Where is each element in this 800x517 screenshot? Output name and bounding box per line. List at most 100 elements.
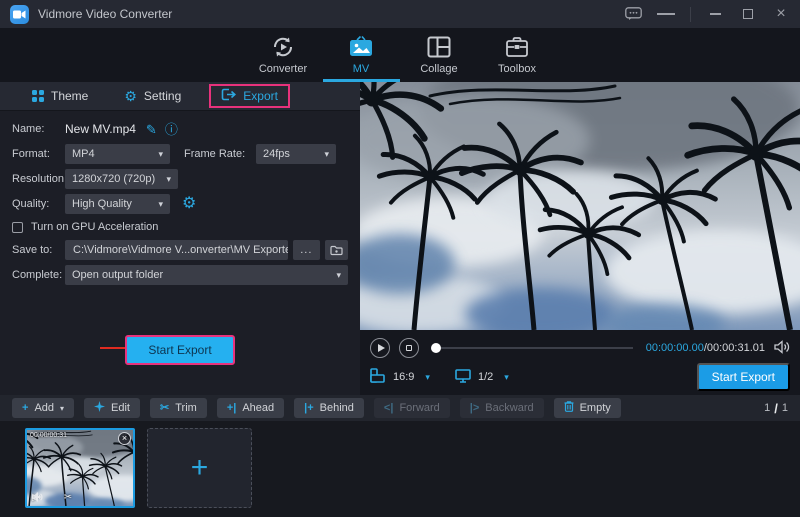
ahead-button[interactable]: +| Ahead [217, 398, 284, 418]
nav-item-mv[interactable]: MV [329, 28, 393, 82]
nav-label: MV [353, 63, 370, 75]
resolution-value: 1280x720 (720p) [72, 173, 155, 185]
titlebar: Vidmore Video Converter × [0, 0, 800, 28]
trim-button[interactable]: ✂ Trim [150, 398, 207, 418]
add-clip-placeholder[interactable]: + [147, 428, 252, 508]
clip-timestamp: 00:00/00:31 [30, 432, 67, 439]
video-frame [360, 82, 800, 330]
button-label: Trim [175, 402, 197, 414]
plus-icon: + [191, 453, 209, 483]
toolbox-icon [505, 35, 529, 59]
remove-clip-icon[interactable]: × [118, 432, 131, 445]
quality-label: Quality: [12, 198, 65, 210]
aspect-ratio-caret[interactable]: ▾ [425, 372, 430, 383]
tab-label: Setting [144, 89, 181, 103]
gpu-label: Turn on GPU Acceleration [31, 221, 158, 233]
complete-value: Open output folder [72, 269, 163, 281]
nav-item-collage[interactable]: Collage [407, 28, 471, 82]
clip-timeline: 00:00/00:31 × ▷ ✂ + [0, 421, 800, 517]
collage-icon [427, 35, 451, 59]
current-time: 00:00:00.00 [646, 342, 704, 354]
feedback-icon[interactable] [624, 5, 642, 23]
chevron-down-icon: ▾ [158, 149, 163, 160]
tab-theme[interactable]: Theme [24, 87, 96, 105]
close-button[interactable]: × [772, 5, 790, 23]
save-to-label: Save to: [12, 244, 65, 256]
complete-dropdown[interactable]: Open output folder ▾ [65, 265, 348, 285]
info-icon[interactable]: ⓘ [165, 123, 178, 136]
edit-button[interactable]: Edit [84, 398, 140, 418]
nav-label: Collage [420, 63, 457, 75]
titlebar-separator [690, 7, 691, 22]
button-label: Ahead [242, 402, 274, 414]
duration: /00:00:31.01 [704, 342, 765, 354]
format-dropdown[interactable]: MP4 ▾ [65, 144, 170, 164]
forward-button[interactable]: <| Forward [374, 398, 450, 418]
menu-icon[interactable] [657, 5, 675, 23]
quality-row: Quality: High Quality ▾ ⚙ [12, 194, 348, 214]
start-export-button[interactable]: Start Export [125, 335, 234, 365]
resolution-row: Resolution: 1280x720 (720p) ▾ [12, 169, 348, 189]
format-label: Format: [12, 148, 65, 160]
open-folder-button[interactable] [325, 240, 348, 260]
wand-icon [94, 401, 105, 415]
frame-rate-dropdown[interactable]: 24fps ▾ [256, 144, 336, 164]
counter-current: 1 [764, 402, 770, 414]
export-icon [221, 88, 236, 104]
tab-setting[interactable]: ⚙ Setting [116, 87, 189, 105]
save-path-field[interactable]: C:\Vidmore\Vidmore V...onverter\MV Expor… [65, 240, 288, 260]
mv-icon [348, 35, 374, 59]
clip-trim-icon[interactable]: ✂ [64, 492, 72, 503]
quality-settings-icon[interactable]: ⚙ [182, 196, 196, 212]
counter-total: 1 [782, 402, 788, 414]
nav-item-converter[interactable]: Converter [251, 28, 315, 82]
app-logo-icon [10, 5, 29, 24]
gpu-checkbox[interactable] [12, 222, 23, 233]
resolution-dropdown[interactable]: 1280x720 (720p) ▾ [65, 169, 178, 189]
export-panel: Theme ⚙ Setting Export Name: New MV.mp4 [0, 82, 360, 395]
seek-knob[interactable] [431, 343, 441, 353]
play-button[interactable] [370, 338, 390, 358]
add-button[interactable]: + Add ▾ [12, 398, 74, 418]
minimize-button[interactable] [706, 5, 724, 23]
panel-tabs: Theme ⚙ Setting Export [0, 82, 360, 111]
chevron-down-icon: ▾ [166, 174, 171, 185]
button-label: Edit [111, 402, 130, 414]
save-to-row: Save to: C:\Vidmore\Vidmore V...onverter… [12, 240, 348, 260]
video-preview[interactable] [360, 82, 800, 330]
maximize-button[interactable] [739, 5, 757, 23]
screen-page-caret[interactable]: ▾ [504, 372, 509, 383]
chevron-down-icon: ▾ [324, 149, 329, 160]
volume-icon[interactable] [774, 340, 790, 357]
empty-button[interactable]: Empty [554, 398, 621, 418]
aspect-ratio-icon [370, 368, 386, 386]
quality-value: High Quality [72, 198, 132, 210]
format-row: Format: MP4 ▾ Frame Rate: 24fps ▾ [12, 144, 348, 164]
screen-icon [455, 369, 471, 386]
nav-label: Toolbox [498, 63, 536, 75]
stop-button[interactable] [399, 338, 419, 358]
edit-name-icon[interactable]: ✎ [146, 123, 157, 136]
time-display: 00:00:00.00/00:00:31.01 [646, 342, 765, 354]
chevron-down-icon: ▾ [158, 199, 163, 210]
converter-icon [271, 35, 295, 59]
scissors-icon: ✂ [160, 403, 169, 414]
chevron-down-icon: ▾ [60, 404, 64, 413]
seek-slider[interactable] [432, 347, 633, 349]
backward-button[interactable]: |> Backward [460, 398, 544, 418]
browse-button[interactable]: ... [293, 240, 320, 260]
clip-thumbnail[interactable]: 00:00/00:31 × ▷ ✂ [25, 428, 135, 508]
top-nav: Converter MV Collage Toolbox [0, 28, 800, 82]
clip-toolbar: + Add ▾ Edit ✂ Trim +| Ahead |+ Behind <… [0, 395, 800, 421]
quality-dropdown[interactable]: High Quality ▾ [65, 194, 170, 214]
tab-export[interactable]: Export [209, 84, 290, 108]
behind-button[interactable]: |+ Behind [294, 398, 364, 418]
resolution-label: Resolution: [12, 173, 65, 185]
name-label: Name: [12, 123, 65, 135]
nav-item-toolbox[interactable]: Toolbox [485, 28, 549, 82]
export-form: Name: New MV.mp4 ✎ ⓘ Format: MP4 ▾ Frame… [0, 111, 360, 395]
preview-panel: 00:00:00.00/00:00:31.01 16:9 ▾ 1/2 ▾ [360, 82, 800, 395]
app-title: Vidmore Video Converter [38, 7, 172, 21]
plus-icon: + [22, 403, 28, 414]
start-export-button-preview[interactable]: Start Export [697, 363, 790, 391]
